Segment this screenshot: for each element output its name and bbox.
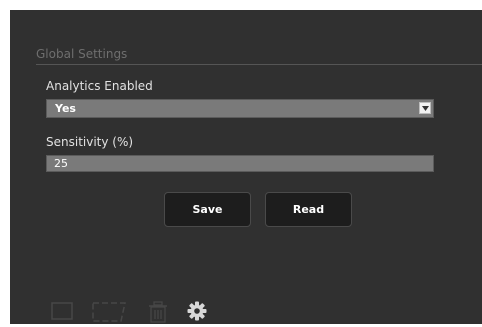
trash-icon[interactable]: [148, 301, 168, 327]
gear-icon[interactable]: [187, 301, 207, 325]
analytics-enabled-select[interactable]: Yes: [46, 99, 434, 118]
section-title: Global Settings: [36, 47, 128, 61]
sensitivity-label: Sensitivity (%): [46, 135, 134, 149]
chevron-down-icon: [422, 106, 429, 111]
analytics-enabled-label: Analytics Enabled: [46, 79, 153, 93]
polygon-icon[interactable]: [91, 301, 127, 327]
analytics-enabled-value: Yes: [55, 102, 76, 115]
section-divider: [36, 64, 482, 65]
settings-panel: Global Settings Analytics Enabled Yes Se…: [10, 10, 482, 324]
rectangle-icon[interactable]: [51, 301, 75, 325]
sensitivity-input[interactable]: [46, 155, 434, 172]
save-button[interactable]: Save: [164, 192, 251, 227]
read-button[interactable]: Read: [265, 192, 352, 227]
dropdown-arrow-button[interactable]: [419, 102, 431, 114]
